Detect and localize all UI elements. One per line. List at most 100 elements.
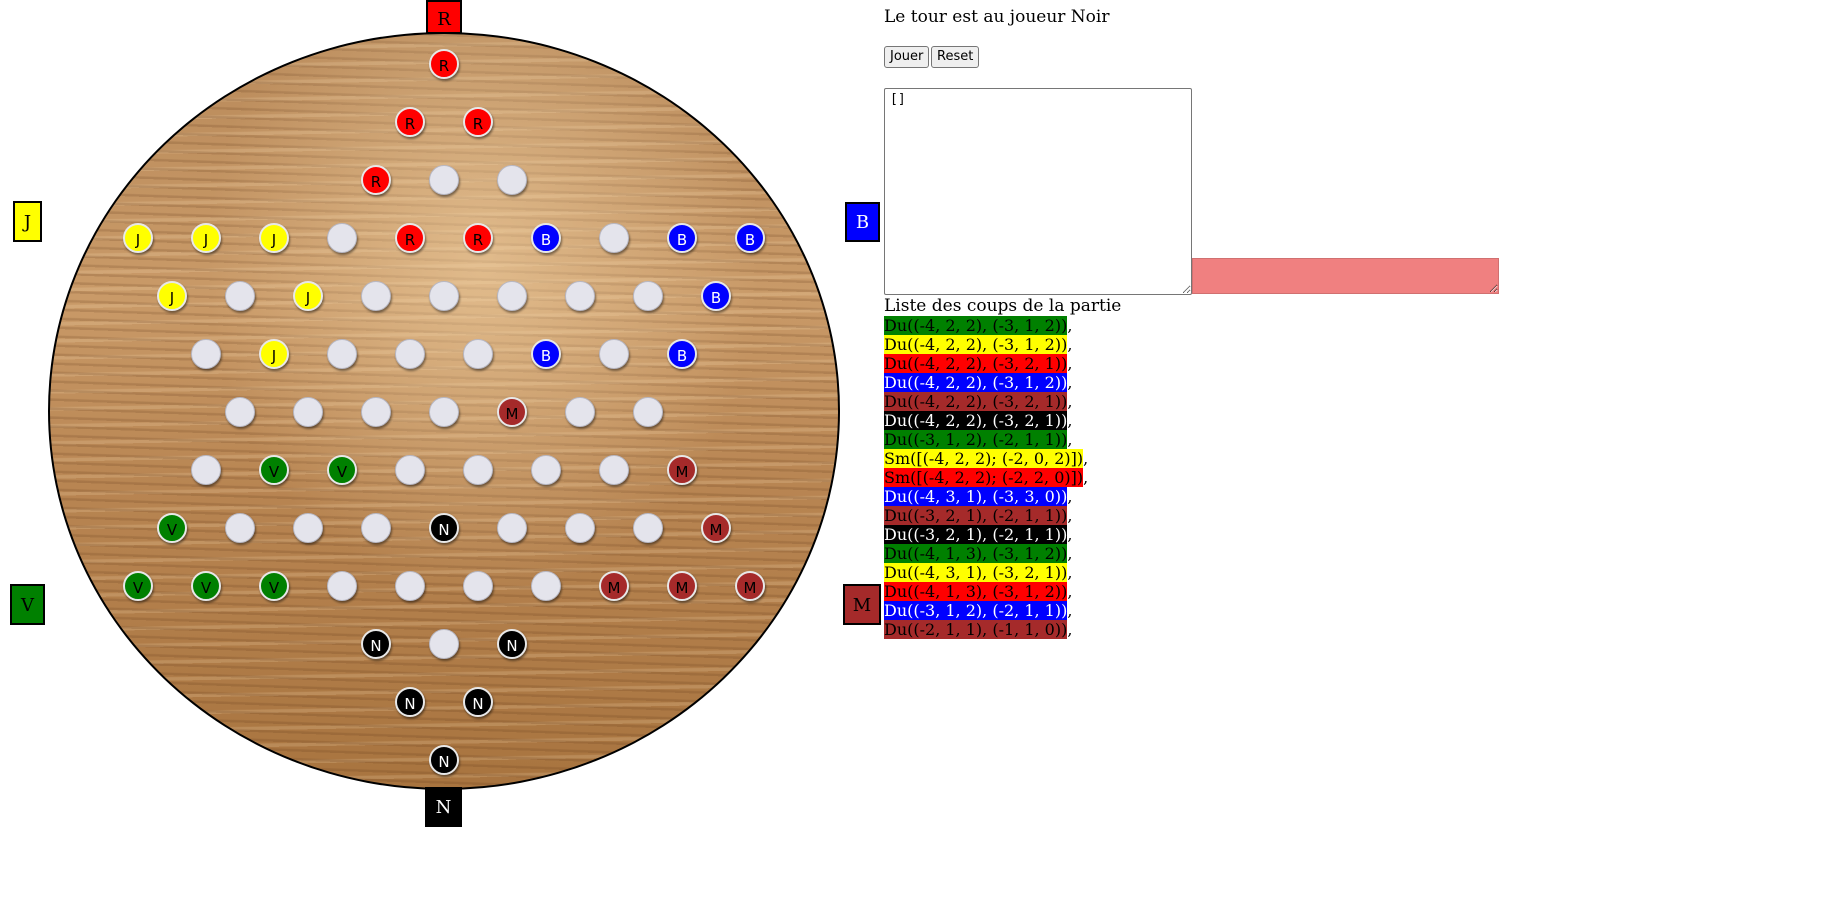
marble-R[interactable]: R	[361, 165, 391, 195]
empty-hole[interactable]	[225, 513, 255, 543]
empty-hole[interactable]	[191, 339, 221, 369]
empty-hole[interactable]	[565, 397, 595, 427]
empty-hole[interactable]	[395, 455, 425, 485]
empty-hole[interactable]	[327, 223, 357, 253]
move-row: Du((-4, 2, 2), (-3, 2, 1)),	[884, 392, 1073, 411]
moves-list-title: Liste des coups de la partie	[884, 296, 1122, 316]
empty-hole[interactable]	[429, 165, 459, 195]
empty-hole[interactable]	[191, 455, 221, 485]
empty-hole[interactable]	[599, 223, 629, 253]
corner-label-right-bottom: M	[843, 584, 881, 625]
marble-N[interactable]: N	[463, 687, 493, 717]
marble-N[interactable]: N	[429, 513, 459, 543]
corner-label-left-bottom: V	[10, 584, 45, 625]
empty-hole[interactable]	[633, 281, 663, 311]
move-row: Du((-4, 3, 1), (-3, 3, 0)),	[884, 487, 1073, 506]
marble-V[interactable]: V	[191, 571, 221, 601]
error-textarea[interactable]	[1192, 258, 1499, 294]
marble-M[interactable]: M	[497, 397, 527, 427]
marble-J[interactable]: J	[191, 223, 221, 253]
empty-hole[interactable]	[361, 281, 391, 311]
empty-hole[interactable]	[463, 455, 493, 485]
empty-hole[interactable]	[497, 165, 527, 195]
empty-hole[interactable]	[327, 571, 357, 601]
move-row: Du((-4, 3, 1), (-3, 2, 1)),	[884, 563, 1073, 582]
marble-V[interactable]: V	[259, 571, 289, 601]
marble-B[interactable]: B	[531, 339, 561, 369]
marble-N[interactable]: N	[395, 687, 425, 717]
marble-V[interactable]: V	[259, 455, 289, 485]
marble-J[interactable]: J	[157, 281, 187, 311]
empty-hole[interactable]	[599, 339, 629, 369]
marble-V[interactable]: V	[327, 455, 357, 485]
marble-B[interactable]: B	[735, 223, 765, 253]
empty-hole[interactable]	[293, 513, 323, 543]
corner-label-right-top: B	[845, 202, 880, 242]
marble-V[interactable]: V	[123, 571, 153, 601]
marble-M[interactable]: M	[599, 571, 629, 601]
move-row: Du((-3, 2, 1), (-2, 1, 1)),	[884, 525, 1073, 544]
marble-M[interactable]: M	[701, 513, 731, 543]
move-text: Du((-4, 2, 2), (-3, 2, 1))	[884, 392, 1068, 411]
marble-V[interactable]: V	[157, 513, 187, 543]
marble-R[interactable]: R	[395, 223, 425, 253]
game-board[interactable]: RRRRJJJRRBBBJJBJBBMVVMVNMVVVMMMNNNNN	[48, 32, 840, 790]
empty-hole[interactable]	[565, 281, 595, 311]
move-text: Du((-3, 1, 2), (-2, 1, 1))	[884, 430, 1068, 449]
empty-hole[interactable]	[225, 281, 255, 311]
marble-B[interactable]: B	[531, 223, 561, 253]
marble-J[interactable]: J	[123, 223, 153, 253]
move-text: Du((-4, 2, 2), (-3, 1, 2))	[884, 316, 1068, 335]
move-text: Du((-4, 3, 1), (-3, 2, 1))	[884, 563, 1068, 582]
empty-hole[interactable]	[497, 513, 527, 543]
empty-hole[interactable]	[395, 571, 425, 601]
reset-button[interactable]: Reset	[931, 46, 980, 68]
marble-B[interactable]: B	[667, 339, 697, 369]
empty-hole[interactable]	[463, 339, 493, 369]
marble-M[interactable]: M	[667, 455, 697, 485]
marble-J[interactable]: J	[293, 281, 323, 311]
marble-J[interactable]: J	[259, 339, 289, 369]
marble-N[interactable]: N	[429, 745, 459, 775]
moves-list: Du((-4, 2, 2), (-3, 1, 2)), Du((-4, 2, 2)…	[884, 316, 1088, 639]
empty-hole[interactable]	[395, 339, 425, 369]
move-text: Sm([(-4, 2, 2); (-2, 2, 0)])	[884, 468, 1084, 487]
corner-label-top: R	[426, 0, 462, 34]
move-text: Sm([(-4, 2, 2); (-2, 0, 2)])	[884, 449, 1084, 468]
empty-hole[interactable]	[361, 397, 391, 427]
move-input-textarea[interactable]: []	[884, 88, 1192, 295]
turn-status: Le tour est au joueur Noir	[884, 7, 1110, 27]
empty-hole[interactable]	[429, 397, 459, 427]
marble-B[interactable]: B	[701, 281, 731, 311]
empty-hole[interactable]	[429, 629, 459, 659]
empty-hole[interactable]	[327, 339, 357, 369]
move-row: Du((-4, 1, 3), (-3, 1, 2)),	[884, 544, 1073, 563]
empty-hole[interactable]	[599, 455, 629, 485]
move-row: Du((-4, 1, 3), (-3, 1, 2)),	[884, 582, 1073, 601]
empty-hole[interactable]	[361, 513, 391, 543]
empty-hole[interactable]	[531, 455, 561, 485]
empty-hole[interactable]	[497, 281, 527, 311]
move-text: Du((-4, 1, 3), (-3, 1, 2))	[884, 544, 1068, 563]
empty-hole[interactable]	[531, 571, 561, 601]
empty-hole[interactable]	[293, 397, 323, 427]
move-text: Du((-2, 1, 1), (-1, 1, 0))	[884, 620, 1068, 639]
empty-hole[interactable]	[429, 281, 459, 311]
empty-hole[interactable]	[633, 513, 663, 543]
marble-B[interactable]: B	[667, 223, 697, 253]
marble-R[interactable]: R	[395, 107, 425, 137]
empty-hole[interactable]	[225, 397, 255, 427]
empty-hole[interactable]	[633, 397, 663, 427]
marble-R[interactable]: R	[429, 49, 459, 79]
marble-R[interactable]: R	[463, 223, 493, 253]
empty-hole[interactable]	[565, 513, 595, 543]
marble-J[interactable]: J	[259, 223, 289, 253]
play-button[interactable]: Jouer	[884, 46, 930, 68]
marble-M[interactable]: M	[735, 571, 765, 601]
marble-R[interactable]: R	[463, 107, 493, 137]
marble-M[interactable]: M	[667, 571, 697, 601]
empty-hole[interactable]	[463, 571, 493, 601]
move-text: Du((-3, 2, 1), (-2, 1, 1))	[884, 506, 1068, 525]
marble-N[interactable]: N	[361, 629, 391, 659]
marble-N[interactable]: N	[497, 629, 527, 659]
